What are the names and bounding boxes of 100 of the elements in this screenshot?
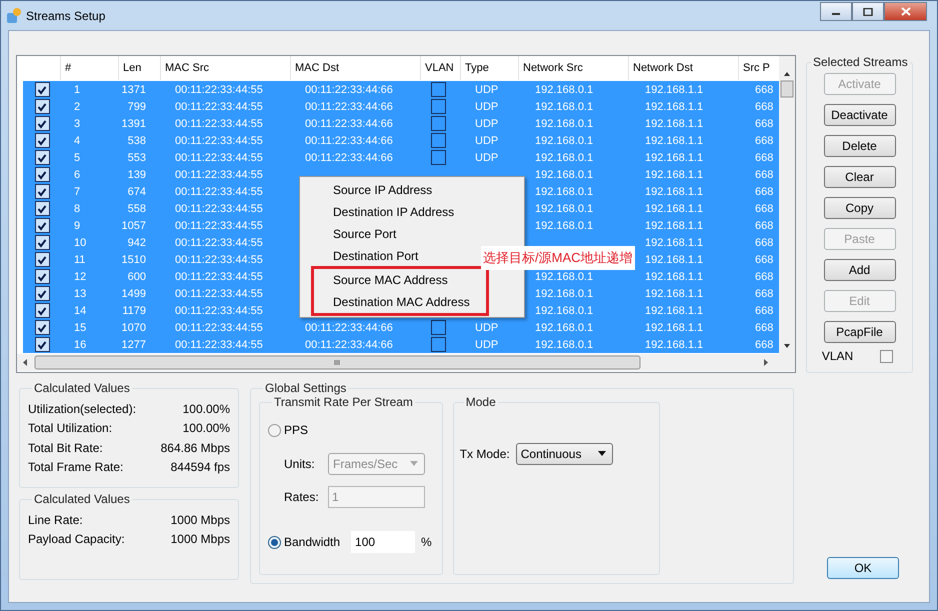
window-title: Streams Setup	[26, 8, 106, 22]
table-cell: 553	[128, 152, 146, 164]
table-cell: 1499	[122, 288, 146, 300]
table-cell: 668	[755, 186, 774, 198]
table-cell: 558	[128, 202, 146, 214]
table-cell: 668	[755, 220, 774, 232]
table-cell: 00:11:22:33:44:55	[175, 168, 263, 180]
table-cell: 192.168.1.1	[645, 100, 704, 112]
table-cell: 00:11:22:33:44:66	[305, 322, 393, 334]
table-cell: 192.168.1.1	[645, 134, 704, 146]
table-cell: 00:11:22:33:44:66	[305, 118, 393, 130]
field-label: Line Rate:	[28, 512, 83, 527]
table-cell: 00:11:22:33:44:55	[175, 186, 263, 198]
table-cell: 668	[755, 168, 774, 180]
table-cell: 00:11:22:33:44:55	[175, 220, 263, 232]
table-cell: 799	[128, 100, 146, 112]
table-cell: 4	[74, 134, 80, 146]
table-cell: 192.168.0.1	[535, 152, 594, 164]
table-cell: 00:11:22:33:44:55	[175, 236, 263, 248]
table-cell: 00:11:22:33:44:55	[175, 270, 263, 282]
table-cell: 668	[755, 100, 774, 112]
group-title: Global Settings	[264, 381, 348, 395]
table-cell: 00:11:22:33:44:66	[305, 100, 393, 112]
table-cell: 192.168.1.1	[645, 220, 704, 232]
table-cell: 139	[128, 168, 146, 180]
field-value: 100.00%	[182, 402, 230, 416]
table-cell: 668	[755, 202, 774, 214]
table-cell: 192.168.0.1	[535, 186, 594, 198]
table-cell: 192.168.0.1	[535, 288, 594, 300]
table-cell: 14	[74, 304, 86, 316]
table-cell: 15	[74, 322, 86, 334]
table-cell: 00:11:22:33:44:66	[305, 134, 393, 146]
table-cell: 668	[755, 288, 774, 300]
table-cell: 668	[755, 152, 774, 164]
group-title: Calculated Values	[33, 381, 131, 395]
field-value: 1000 Mbps	[170, 532, 230, 546]
table-cell: 00:11:22:33:44:55	[175, 338, 263, 350]
table-cell: 192.168.0.1	[535, 134, 594, 146]
table-cell: 00:11:22:33:44:55	[175, 118, 263, 130]
table-cell: UDP	[475, 322, 498, 334]
table-cell: 192.168.1.1	[645, 186, 704, 198]
table-cell: 192.168.1.1	[645, 118, 704, 130]
checkbox-label: VLAN	[822, 349, 854, 363]
table-cell: 192.168.0.1	[535, 270, 594, 282]
table-cell: 192.168.0.1	[535, 118, 594, 130]
table-cell: 00:11:22:33:44:55	[175, 134, 263, 146]
table-cell: 600	[128, 270, 146, 282]
table-cell: 1	[74, 84, 80, 96]
field-value: 864.86 Mbps	[160, 440, 230, 455]
table-cell: 192.168.1.1	[645, 288, 704, 300]
radio-label: PPS	[284, 423, 308, 437]
table-cell: 192.168.0.1	[535, 168, 594, 180]
table-cell: 192.168.1.1	[645, 202, 704, 214]
table-cell: 192.168.1.1	[645, 338, 704, 350]
table-cell: 192.168.0.1	[535, 220, 594, 232]
radio-label: Bandwidth	[284, 535, 340, 549]
table-cell: 192.168.0.1	[535, 84, 594, 96]
field-label: Utilization(selected):	[28, 402, 136, 416]
table-cell: 9	[74, 220, 80, 232]
field-value: 100.00%	[182, 421, 230, 436]
table-cell: UDP	[475, 152, 498, 164]
table-cell: 668	[755, 236, 774, 248]
field-label: Total Bit Rate:	[28, 440, 103, 455]
table-cell: 00:11:22:33:44:66	[305, 84, 393, 96]
table-cell: 192.168.0.1	[535, 202, 594, 214]
table-cell: 12	[74, 270, 86, 282]
table-cell: 192.168.1.1	[645, 152, 704, 164]
table-cell: 10	[74, 236, 86, 248]
table-cell: 00:11:22:33:44:55	[175, 288, 263, 300]
table-cell: 00:11:22:33:44:55	[175, 322, 263, 334]
table-cell: 192.168.1.1	[645, 236, 704, 248]
table-cell: 668	[755, 254, 774, 266]
table-cell: 00:11:22:33:44:55	[175, 304, 263, 316]
field-label: Rates:	[283, 490, 320, 504]
annotation-note: 选择目标/源MAC地址递增	[481, 246, 634, 270]
table-cell: 7	[74, 186, 80, 198]
table-cell: 1179	[122, 304, 146, 316]
table-cell: 192.168.1.1	[645, 84, 704, 96]
group-title: Calculated Values	[33, 492, 131, 506]
field-value: 844594 fps	[170, 460, 230, 474]
unit-label: %	[421, 535, 432, 549]
table-cell: 668	[755, 322, 774, 334]
group-title: Mode	[464, 395, 497, 409]
table-cell: 00:11:22:33:44:55	[175, 202, 263, 214]
table-cell: 674	[128, 186, 146, 198]
table-cell: UDP	[475, 134, 498, 146]
table-cell: 1510	[122, 254, 146, 266]
table-cell: 668	[755, 134, 774, 146]
table-cell: 11	[74, 254, 86, 266]
table-cell: 538	[128, 134, 146, 146]
table-cell: UDP	[475, 338, 498, 350]
table-cell: 192.168.0.1	[535, 322, 594, 334]
field-label: Total Frame Rate:	[28, 460, 124, 474]
table-cell: 668	[755, 118, 774, 130]
table-cell: 668	[755, 270, 774, 282]
table-cell: 5	[74, 152, 80, 164]
table-cell: 00:11:22:33:44:66	[305, 152, 393, 164]
table-cell: 1057	[122, 220, 146, 232]
table-cell: 00:11:22:33:44:55	[175, 84, 263, 96]
table-cell: 00:11:22:33:44:55	[175, 254, 263, 266]
